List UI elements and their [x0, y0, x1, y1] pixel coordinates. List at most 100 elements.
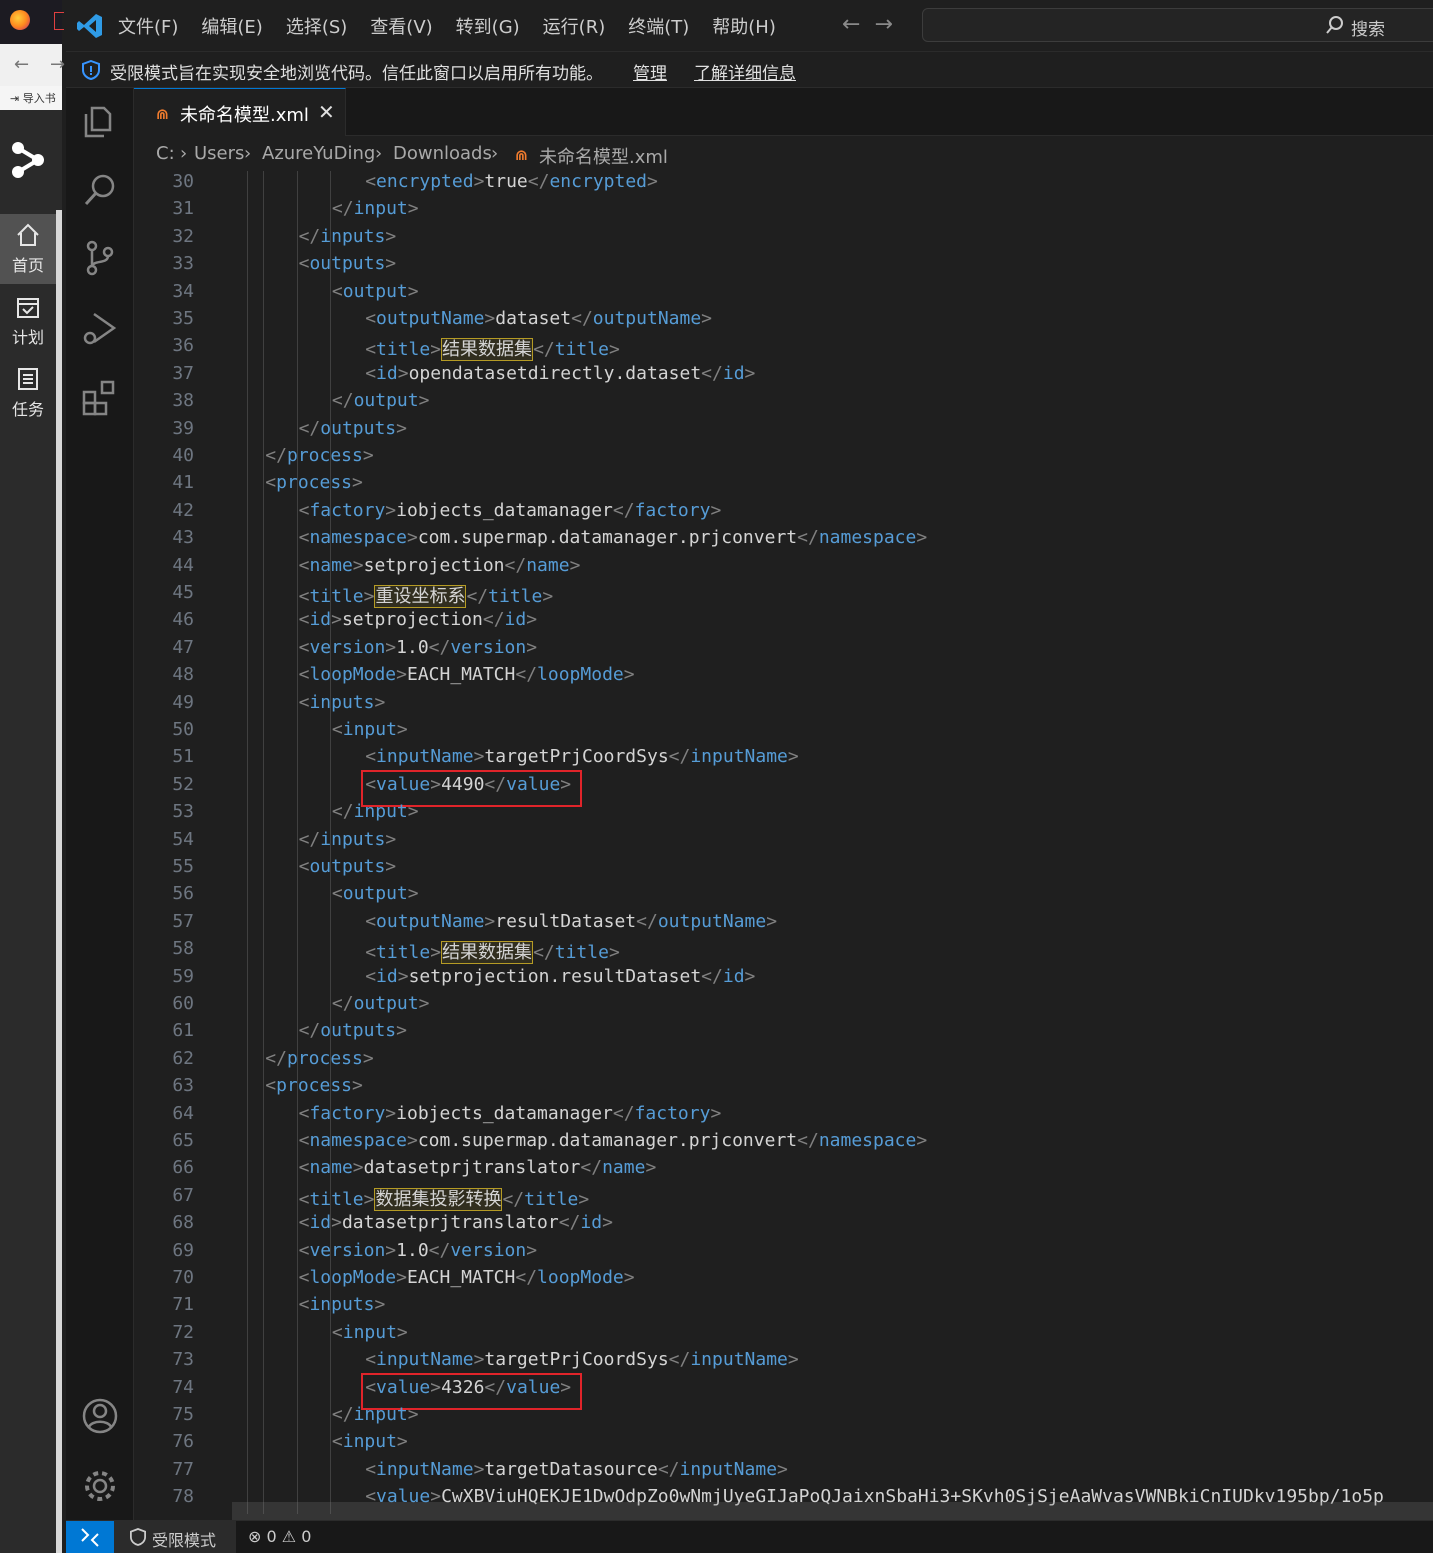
problems-status[interactable]: ⊗ 0 ⚠ 0 — [248, 1527, 311, 1546]
search-label: 搜索 — [1351, 20, 1385, 40]
xml-text: resultDataset — [495, 910, 637, 932]
explorer-icon[interactable] — [80, 100, 120, 140]
menu-item[interactable]: 帮助(H) — [712, 13, 776, 39]
import-bookmarks[interactable]: ⇥ 导入书 — [0, 86, 62, 110]
xml-tag: process — [286, 1047, 363, 1069]
sidebar-item-plan[interactable]: 计划 — [0, 286, 56, 356]
calendar-check-icon — [17, 298, 39, 318]
banner-message: 受限模式旨在实现安全地浏览代码。信任此窗口以启用所有功能。 — [110, 64, 603, 84]
restricted-mode-status[interactable]: 受限模式 — [114, 1521, 236, 1553]
forward-arrow-icon[interactable]: → — [50, 54, 65, 75]
line-number: 64 — [172, 1102, 194, 1124]
host-scrollbar[interactable] — [56, 210, 62, 1553]
line-number: 71 — [172, 1294, 194, 1316]
breadcrumb-item[interactable]: Downloads — [393, 143, 492, 164]
chevron-right-icon: › — [244, 143, 252, 164]
xml-tag: version — [450, 636, 527, 658]
xml-tag: outputs — [320, 417, 397, 439]
xml-tag: id — [376, 362, 398, 384]
vscode-window: 文件(F) 编辑(E) 选择(S) 查看(V) 转到(G) 运行(R) 终端(T) 帮助(H)… — [66, 0, 1433, 1553]
code-line: <factory>iobjects_datamanager</factory> — [298, 1102, 722, 1124]
code-line: <input> — [331, 719, 408, 740]
tab-untitled-model-xml[interactable]: ⋒ 未命名模型.xml ✕ — [134, 88, 346, 136]
shield-icon — [130, 1528, 146, 1546]
line-number: 59 — [172, 965, 194, 987]
xml-tag: version — [309, 1239, 386, 1261]
accounts-icon[interactable] — [80, 1396, 120, 1436]
source-control-icon[interactable] — [80, 238, 120, 278]
xml-tag: factory — [634, 499, 711, 521]
line-number: 35 — [172, 308, 194, 329]
xml-tag: title — [376, 942, 431, 964]
xml-text: setprojection — [363, 554, 505, 576]
indent-guide — [329, 171, 331, 1514]
menu-item[interactable]: 转到(G) — [456, 13, 520, 39]
chevron-right-icon: › — [375, 143, 383, 164]
line-number: 68 — [172, 1212, 194, 1234]
xml-tag: id — [722, 362, 745, 384]
xml-tag: name — [309, 1157, 353, 1179]
code-line: </input> — [331, 801, 419, 823]
remote-indicator[interactable] — [66, 1521, 114, 1553]
learn-more-link[interactable]: 了解详细信息 — [694, 59, 796, 84]
manage-link[interactable]: 管理 — [633, 59, 667, 84]
code-line: <title>结果数据集</title> — [365, 941, 620, 965]
code-line: <id>setprojection.resultDataset</id> — [365, 965, 756, 987]
line-number: 50 — [172, 719, 194, 740]
xml-tag: input — [342, 1321, 397, 1343]
menu-item[interactable]: 编辑(E) — [201, 13, 262, 39]
line-number: 43 — [172, 527, 194, 549]
xml-tag: outputs — [309, 253, 386, 275]
horizontal-scrollbar[interactable] — [232, 1502, 1433, 1520]
code-line: <inputName>targetDatasource</inputName> — [365, 1458, 788, 1480]
code-line: <title>数据集投影转换</title> — [298, 1187, 590, 1211]
list-icon — [18, 368, 38, 390]
breadcrumb-item[interactable]: Users — [194, 143, 244, 164]
extensions-icon[interactable] — [80, 378, 120, 418]
command-center-search[interactable]: 搜索 — [922, 8, 1433, 42]
xml-tag: title — [524, 1188, 579, 1210]
sidebar-label: 首页 — [11, 256, 44, 275]
gear-icon[interactable] — [80, 1466, 120, 1506]
xml-text: iobjects_datamanager — [396, 1102, 613, 1124]
vscode-logo-icon — [77, 14, 102, 38]
close-icon[interactable]: ✕ — [318, 100, 335, 124]
line-number: 67 — [172, 1184, 194, 1206]
chevron-right-icon: › — [180, 143, 188, 164]
sidebar-item-home[interactable]: 首页 — [0, 214, 56, 284]
code-line: </input> — [331, 1404, 419, 1425]
line-number: 38 — [172, 390, 194, 412]
sidebar-item-tasks[interactable]: 任务 — [0, 358, 56, 428]
line-number: 45 — [172, 582, 194, 603]
menu-item[interactable]: 运行(R) — [543, 13, 606, 39]
xml-text: dataset — [495, 308, 572, 329]
menu-item[interactable]: 文件(F) — [118, 13, 178, 39]
code-line: </inputs> — [298, 828, 397, 850]
code-editor[interactable]: 30 <encrypted>true</encrypted> 31 </input> 3… — [134, 171, 1433, 1520]
menu-item[interactable]: 终端(T) — [628, 13, 689, 39]
line-number: 70 — [172, 1267, 194, 1288]
breadcrumb-item[interactable]: C: — [156, 143, 175, 164]
run-debug-icon[interactable] — [80, 308, 120, 348]
browser-tab[interactable] — [0, 0, 64, 44]
nav-forward-icon[interactable]: → — [874, 12, 906, 37]
xml-tag: outputName — [376, 308, 485, 329]
code-line: <factory>iobjects_datamanager</factory> — [298, 499, 722, 521]
xml-text: com.supermap.datamanager.prjconvert — [417, 527, 798, 549]
menu-item[interactable]: 查看(V) — [370, 13, 432, 39]
xml-tag: encrypted — [376, 171, 474, 192]
status-bar: 受限模式 ⊗ 0 ⚠ 0 — [66, 1520, 1433, 1553]
error-count: 0 — [266, 1527, 277, 1546]
breadcrumb-item[interactable]: 未命名模型.xml — [539, 143, 668, 169]
code-line: <name>setprojection</name> — [298, 554, 581, 576]
menu-item[interactable]: 选择(S) — [286, 13, 347, 39]
sidebar-label: 计划 — [11, 328, 44, 347]
restricted-mode-label: 受限模式 — [152, 1531, 217, 1550]
breadcrumb-item[interactable]: AzureYuDing — [262, 143, 375, 164]
search-view-icon[interactable] — [80, 170, 120, 210]
xml-tag: factory — [634, 1102, 711, 1124]
nav-back-icon[interactable]: ← — [842, 12, 874, 37]
import-label: 导入书 — [22, 92, 56, 105]
back-arrow-icon[interactable]: ← — [14, 54, 29, 75]
line-number: 53 — [172, 801, 194, 823]
